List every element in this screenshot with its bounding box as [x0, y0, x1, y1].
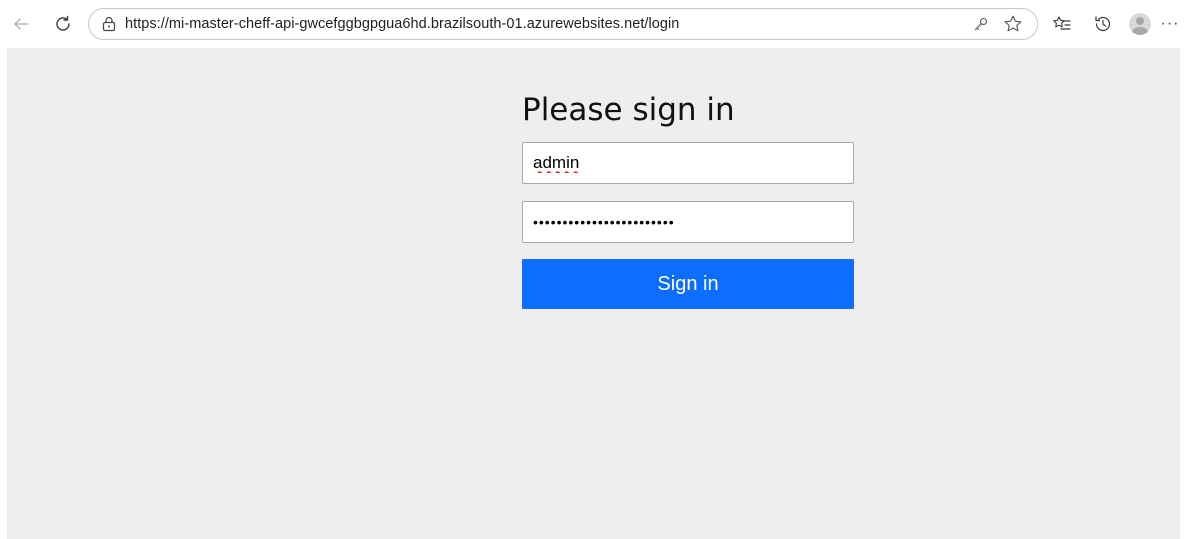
history-button[interactable] — [1091, 12, 1115, 36]
more-button[interactable]: ··· — [1158, 12, 1182, 36]
refresh-icon — [54, 15, 72, 33]
avatar — [1129, 13, 1151, 35]
address-bar[interactable]: https://mi-master-cheff-api-gwcefggbgpgu… — [88, 8, 1038, 40]
url-text[interactable]: https://mi-master-cheff-api-gwcefggbgpgu… — [125, 16, 679, 32]
refresh-button[interactable] — [51, 12, 75, 36]
browser-window: https://mi-master-cheff-api-gwcefggbgpgu… — [0, 0, 1187, 539]
profile-button[interactable] — [1128, 12, 1152, 36]
arrow-left-icon — [12, 15, 30, 33]
username-input[interactable] — [522, 142, 854, 184]
favorites-button[interactable] — [1050, 12, 1074, 36]
password-input[interactable] — [522, 201, 854, 243]
favorites-icon — [1052, 14, 1072, 34]
page-content: Please sign in Sign in — [7, 48, 1180, 539]
page-title: Please sign in — [522, 92, 735, 128]
more-icon: ··· — [1160, 15, 1180, 32]
history-icon — [1093, 14, 1113, 34]
star-icon[interactable] — [1003, 14, 1023, 34]
browser-toolbar: https://mi-master-cheff-api-gwcefggbgpgu… — [0, 0, 1187, 48]
window-edge — [1180, 48, 1187, 539]
lock-icon[interactable] — [101, 16, 117, 32]
key-icon[interactable] — [973, 16, 989, 32]
back-button[interactable] — [9, 12, 33, 36]
sign-in-button[interactable]: Sign in — [522, 259, 854, 309]
